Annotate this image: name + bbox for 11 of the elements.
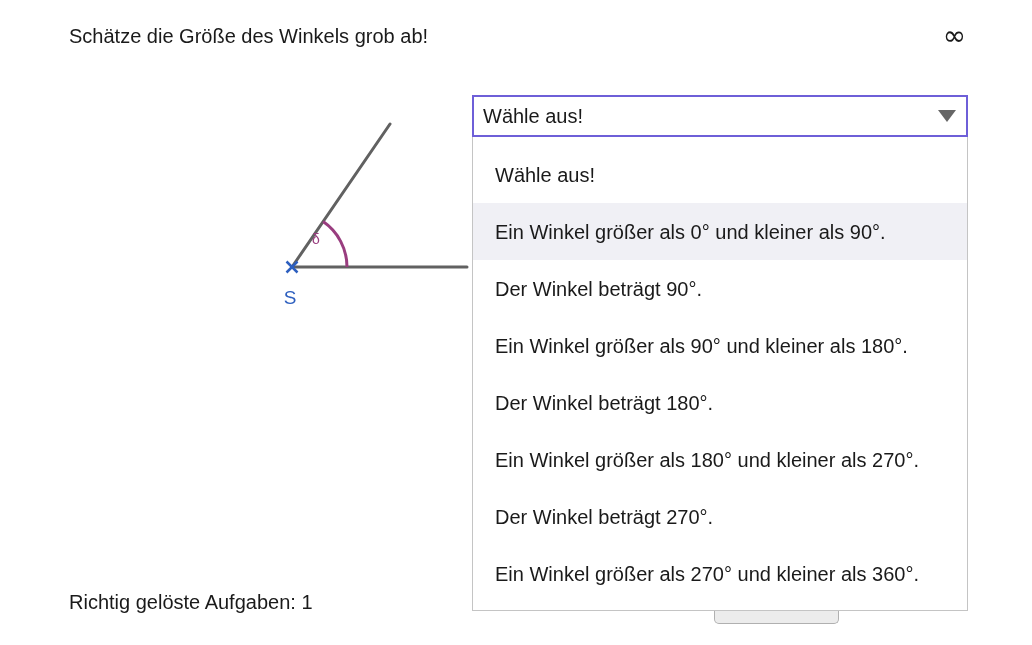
dropdown-option[interactable]: Ein Winkel größer als 0° und kleiner als 90°. bbox=[473, 203, 967, 260]
task-prompt: Schätze die Größe des Winkels grob ab! bbox=[69, 24, 429, 48]
score-text: Richtig gelöste Aufgaben: 1 bbox=[69, 591, 313, 613]
angle-label: δ bbox=[312, 231, 320, 247]
dropdown-value: Wähle aus! bbox=[483, 104, 584, 128]
vertex-label: S bbox=[283, 287, 297, 308]
dropdown-select[interactable]: Wähle aus! bbox=[472, 95, 968, 137]
caret-down-icon bbox=[938, 110, 956, 122]
cross-marker-icon bbox=[285, 260, 299, 274]
infinity-symbol: ∞ bbox=[942, 22, 966, 50]
covered-button[interactable] bbox=[714, 611, 839, 624]
